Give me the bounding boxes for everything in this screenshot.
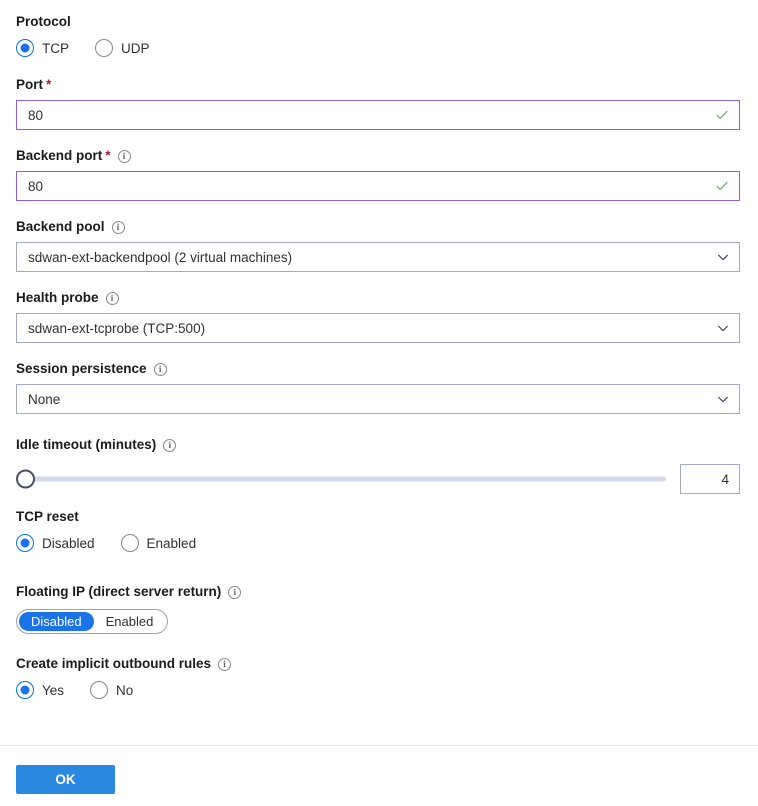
port-label: Port * bbox=[16, 77, 740, 93]
port-required-asterisk: * bbox=[46, 77, 52, 92]
tcp-reset-radio-group: Disabled Enabled bbox=[16, 534, 196, 552]
backend-port-input[interactable]: 80 bbox=[16, 171, 740, 201]
info-icon[interactable]: i bbox=[163, 438, 177, 452]
radio-tcp-reset-enabled[interactable] bbox=[120, 534, 139, 552]
info-icon[interactable]: i bbox=[105, 291, 119, 305]
backend-port-field: Backend port * i 80 bbox=[16, 148, 740, 201]
outbound-rules-label: Create implicit outbound rules i bbox=[16, 656, 232, 672]
ok-button[interactable]: OK bbox=[16, 765, 115, 794]
info-icon[interactable]: i bbox=[117, 149, 131, 163]
idle-timeout-label-text: Idle timeout (minutes) bbox=[16, 437, 157, 452]
floating-ip-toggle[interactable]: Disabled Enabled bbox=[16, 609, 169, 634]
backend-pool-value: sdwan-ext-backendpool (2 virtual machine… bbox=[28, 249, 293, 265]
session-persistence-label-text: Session persistence bbox=[16, 361, 147, 376]
session-persistence-value: None bbox=[28, 391, 61, 407]
radio-tcp-label: TCP bbox=[42, 40, 69, 56]
idle-timeout-slider-row: 4 bbox=[16, 464, 740, 494]
radio-udp-label: UDP bbox=[121, 40, 150, 56]
radio-udp[interactable] bbox=[95, 39, 113, 57]
info-icon[interactable]: i bbox=[228, 585, 242, 599]
health-probe-label: Health probe i bbox=[16, 290, 740, 306]
health-probe-field: Health probe i sdwan-ext-tcprobe (TCP:50… bbox=[16, 290, 740, 343]
port-input-value: 80 bbox=[28, 107, 44, 123]
checkmark-icon bbox=[716, 110, 728, 120]
checkmark-icon bbox=[716, 181, 728, 191]
info-icon[interactable]: i bbox=[111, 220, 125, 234]
idle-timeout-field: Idle timeout (minutes) i 4 bbox=[16, 437, 740, 494]
radio-tcp[interactable] bbox=[16, 39, 34, 57]
idle-timeout-slider[interactable] bbox=[16, 469, 666, 489]
radio-option-outbound-no[interactable]: No bbox=[90, 681, 133, 699]
session-persistence-label: Session persistence i bbox=[16, 361, 740, 377]
info-icon[interactable]: i bbox=[218, 657, 232, 671]
backend-pool-label: Backend pool i bbox=[16, 219, 740, 235]
chevron-down-icon bbox=[718, 396, 728, 403]
radio-outbound-yes[interactable] bbox=[16, 681, 34, 699]
backend-port-label-text: Backend port bbox=[16, 148, 103, 163]
tcp-reset-label-text: TCP reset bbox=[16, 509, 79, 524]
port-input[interactable]: 80 bbox=[16, 100, 740, 130]
info-icon[interactable]: i bbox=[153, 362, 167, 376]
outbound-rules-field: Create implicit outbound rules i Yes No bbox=[16, 656, 232, 699]
radio-tcp-reset-enabled-label: Enabled bbox=[146, 535, 197, 551]
radio-outbound-no-label: No bbox=[116, 682, 134, 698]
session-persistence-field: Session persistence i None bbox=[16, 361, 740, 414]
radio-option-tcp-reset-disabled[interactable]: Disabled bbox=[16, 534, 95, 552]
health-probe-dropdown[interactable]: sdwan-ext-tcprobe (TCP:500) bbox=[16, 313, 740, 343]
footer-divider bbox=[0, 745, 758, 746]
floating-ip-option-enabled[interactable]: Enabled bbox=[94, 612, 166, 631]
radio-outbound-yes-label: Yes bbox=[42, 682, 65, 698]
radio-option-tcp[interactable]: TCP bbox=[16, 39, 69, 57]
protocol-label: Protocol bbox=[16, 14, 150, 30]
health-probe-label-text: Health probe bbox=[16, 290, 99, 305]
chevron-down-icon bbox=[718, 325, 728, 332]
session-persistence-dropdown[interactable]: None bbox=[16, 384, 740, 414]
backend-port-label: Backend port * i bbox=[16, 148, 740, 164]
radio-outbound-no[interactable] bbox=[90, 681, 109, 699]
backend-pool-field: Backend pool i sdwan-ext-backendpool (2 … bbox=[16, 219, 740, 272]
protocol-label-text: Protocol bbox=[16, 14, 71, 29]
health-probe-value: sdwan-ext-tcprobe (TCP:500) bbox=[28, 320, 206, 336]
slider-thumb[interactable] bbox=[16, 469, 35, 489]
backend-port-input-value: 80 bbox=[28, 178, 44, 194]
slider-track[interactable] bbox=[29, 476, 666, 482]
idle-timeout-label: Idle timeout (minutes) i bbox=[16, 437, 740, 453]
outbound-rules-label-text: Create implicit outbound rules bbox=[16, 656, 212, 671]
backend-port-required-asterisk: * bbox=[105, 148, 111, 163]
tcp-reset-label: TCP reset bbox=[16, 509, 196, 525]
load-balancing-rule-form: Protocol TCP UDP Port * 80 Backend port … bbox=[0, 0, 758, 806]
floating-ip-option-disabled[interactable]: Disabled bbox=[19, 612, 94, 631]
floating-ip-label-text: Floating IP (direct server return) bbox=[16, 584, 222, 599]
radio-tcp-reset-disabled[interactable] bbox=[16, 534, 34, 552]
radio-option-udp[interactable]: UDP bbox=[95, 39, 150, 57]
port-field: Port * 80 bbox=[16, 77, 740, 130]
port-label-text: Port bbox=[16, 77, 43, 92]
backend-pool-label-text: Backend pool bbox=[16, 219, 105, 234]
tcp-reset-field: TCP reset Disabled Enabled bbox=[16, 509, 196, 552]
outbound-rules-radio-group: Yes No bbox=[16, 681, 231, 699]
idle-timeout-value-box[interactable]: 4 bbox=[680, 464, 740, 494]
protocol-radio-group: TCP UDP bbox=[16, 39, 150, 57]
radio-tcp-reset-disabled-label: Disabled bbox=[42, 535, 95, 551]
floating-ip-label: Floating IP (direct server return) i bbox=[16, 584, 242, 600]
radio-option-outbound-yes[interactable]: Yes bbox=[16, 681, 64, 699]
backend-pool-dropdown[interactable]: sdwan-ext-backendpool (2 virtual machine… bbox=[16, 242, 740, 272]
protocol-field: Protocol TCP UDP bbox=[16, 14, 150, 57]
idle-timeout-value: 4 bbox=[721, 471, 729, 487]
floating-ip-field: Floating IP (direct server return) i Dis… bbox=[16, 584, 242, 634]
radio-option-tcp-reset-enabled[interactable]: Enabled bbox=[120, 534, 197, 552]
chevron-down-icon bbox=[718, 254, 728, 261]
